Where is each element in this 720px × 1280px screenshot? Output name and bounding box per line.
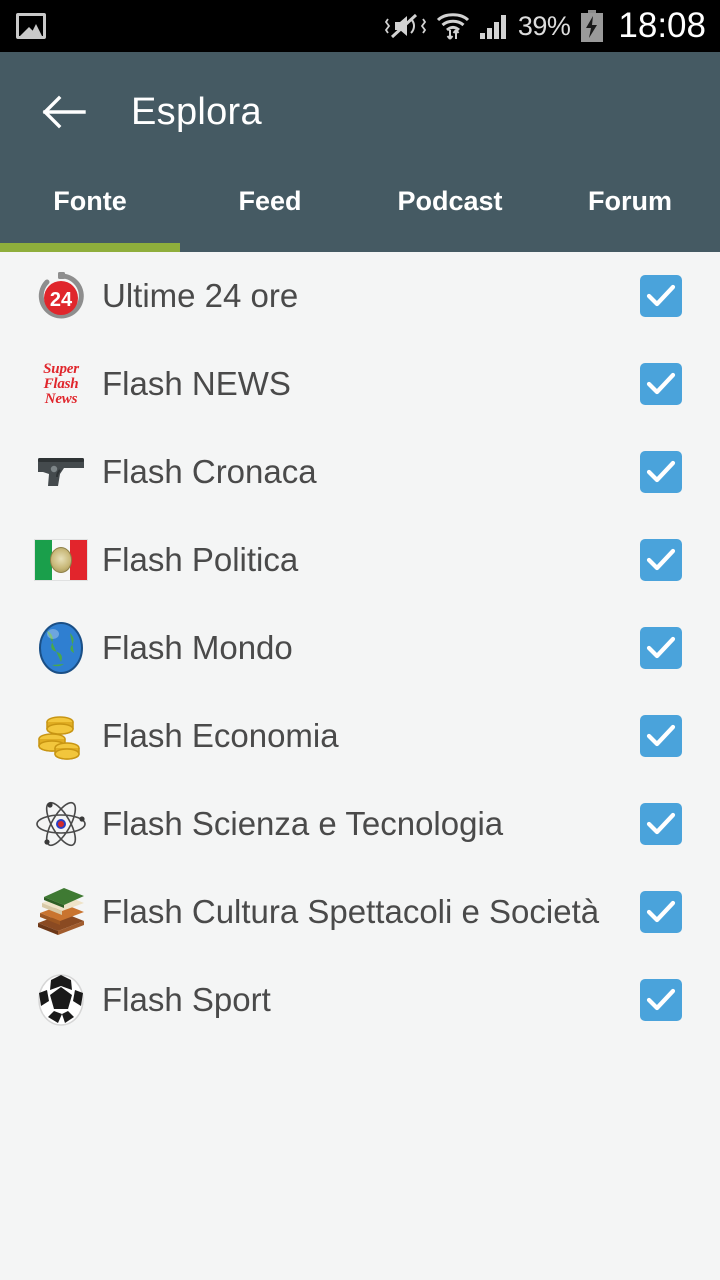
- app-screen: 39% 18:08 Esplora Fonte Feed Podcast For…: [0, 0, 720, 1280]
- app-toolbar: Esplora: [0, 52, 720, 172]
- list-item-checkbox[interactable]: [640, 627, 682, 669]
- tab-fonte[interactable]: Fonte: [0, 172, 180, 252]
- list-item[interactable]: Flash Cultura Spettacoli e Società: [0, 868, 720, 956]
- check-icon: [646, 988, 676, 1011]
- page-title: Esplora: [131, 90, 262, 133]
- list-item[interactable]: Flash Politica: [0, 516, 720, 604]
- atom-icon: [32, 795, 90, 853]
- status-bar: 39% 18:08: [0, 0, 720, 52]
- flag-stripe-red: [69, 540, 87, 580]
- list-item-label: Flash Politica: [102, 541, 299, 578]
- list-item-checkbox[interactable]: [640, 451, 682, 493]
- tab-forum[interactable]: Forum: [540, 172, 720, 252]
- globe-icon: [32, 619, 90, 677]
- list-item[interactable]: Flash Mondo: [0, 604, 720, 692]
- list-item-label: Ultime 24 ore: [102, 277, 299, 314]
- list-item-checkbox[interactable]: [640, 979, 682, 1021]
- list-item-checkbox[interactable]: [640, 275, 682, 317]
- coins-icon: [32, 707, 90, 765]
- list-item-checkbox[interactable]: [640, 363, 682, 405]
- check-icon: [646, 724, 676, 747]
- status-bar-notifications: [16, 13, 46, 39]
- mute-vibrate-icon: [384, 13, 426, 39]
- pistol-icon: [32, 443, 90, 501]
- battery-percent: 39%: [517, 10, 571, 41]
- source-list: 24 Ultime 24 ore Super Flash News Flash: [0, 252, 720, 1044]
- logo-line-2: Flash: [43, 375, 79, 392]
- battery-charging-icon: [581, 10, 604, 42]
- list-item-label: Flash Mondo: [102, 629, 293, 666]
- list-item[interactable]: Flash Sport: [0, 956, 720, 1044]
- list-item[interactable]: Flash Scienza e Tecnologia: [0, 780, 720, 868]
- check-icon: [646, 548, 676, 571]
- list-item[interactable]: Flash Economia: [0, 692, 720, 780]
- list-item[interactable]: Flash Cronaca: [0, 428, 720, 516]
- logo-line-1: Super: [43, 360, 79, 377]
- photo-icon: [16, 13, 46, 39]
- signal-bars-icon: [479, 15, 506, 39]
- svg-text:24: 24: [50, 289, 73, 311]
- back-arrow-icon: [42, 95, 86, 129]
- active-tab-indicator: [0, 243, 180, 252]
- list-item-label: Flash Economia: [102, 717, 339, 754]
- list-item[interactable]: 24 Ultime 24 ore: [0, 252, 720, 340]
- list-item-label: Flash Cronaca: [102, 453, 317, 490]
- list-item-checkbox[interactable]: [640, 891, 682, 933]
- check-icon: [646, 636, 676, 659]
- wifi-icon: [436, 13, 469, 40]
- tab-podcast[interactable]: Podcast: [360, 172, 540, 252]
- check-icon: [646, 900, 676, 923]
- italy-emblem-icon: [50, 547, 72, 573]
- check-icon: [646, 284, 676, 307]
- timer-24-icon: 24: [32, 267, 90, 325]
- list-item-checkbox[interactable]: [640, 715, 682, 757]
- italy-flag-icon: [32, 531, 90, 589]
- check-icon: [646, 372, 676, 395]
- status-bar-clock: 18:08: [618, 6, 706, 45]
- check-icon: [646, 460, 676, 483]
- list-item-label: Flash Cultura Spettacoli e Società: [102, 893, 600, 930]
- list-item-label: Flash NEWS: [102, 365, 291, 402]
- status-bar-system-icons: 39% 18:08: [384, 6, 706, 46]
- tab-bar: Fonte Feed Podcast Forum: [0, 172, 720, 252]
- list-item-label: Flash Scienza e Tecnologia: [102, 805, 504, 842]
- back-button[interactable]: [40, 89, 86, 135]
- list-item-label: Flash Sport: [102, 981, 271, 1018]
- super-flash-news-logo: Super Flash News: [32, 355, 90, 413]
- list-item[interactable]: Super Flash News Flash NEWS: [0, 340, 720, 428]
- soccer-ball-icon: [32, 971, 90, 1029]
- books-icon: [32, 883, 90, 941]
- tab-feed[interactable]: Feed: [180, 172, 360, 252]
- check-icon: [646, 812, 676, 835]
- logo-line-3: News: [44, 390, 78, 407]
- list-item-checkbox[interactable]: [640, 803, 682, 845]
- list-item-checkbox[interactable]: [640, 539, 682, 581]
